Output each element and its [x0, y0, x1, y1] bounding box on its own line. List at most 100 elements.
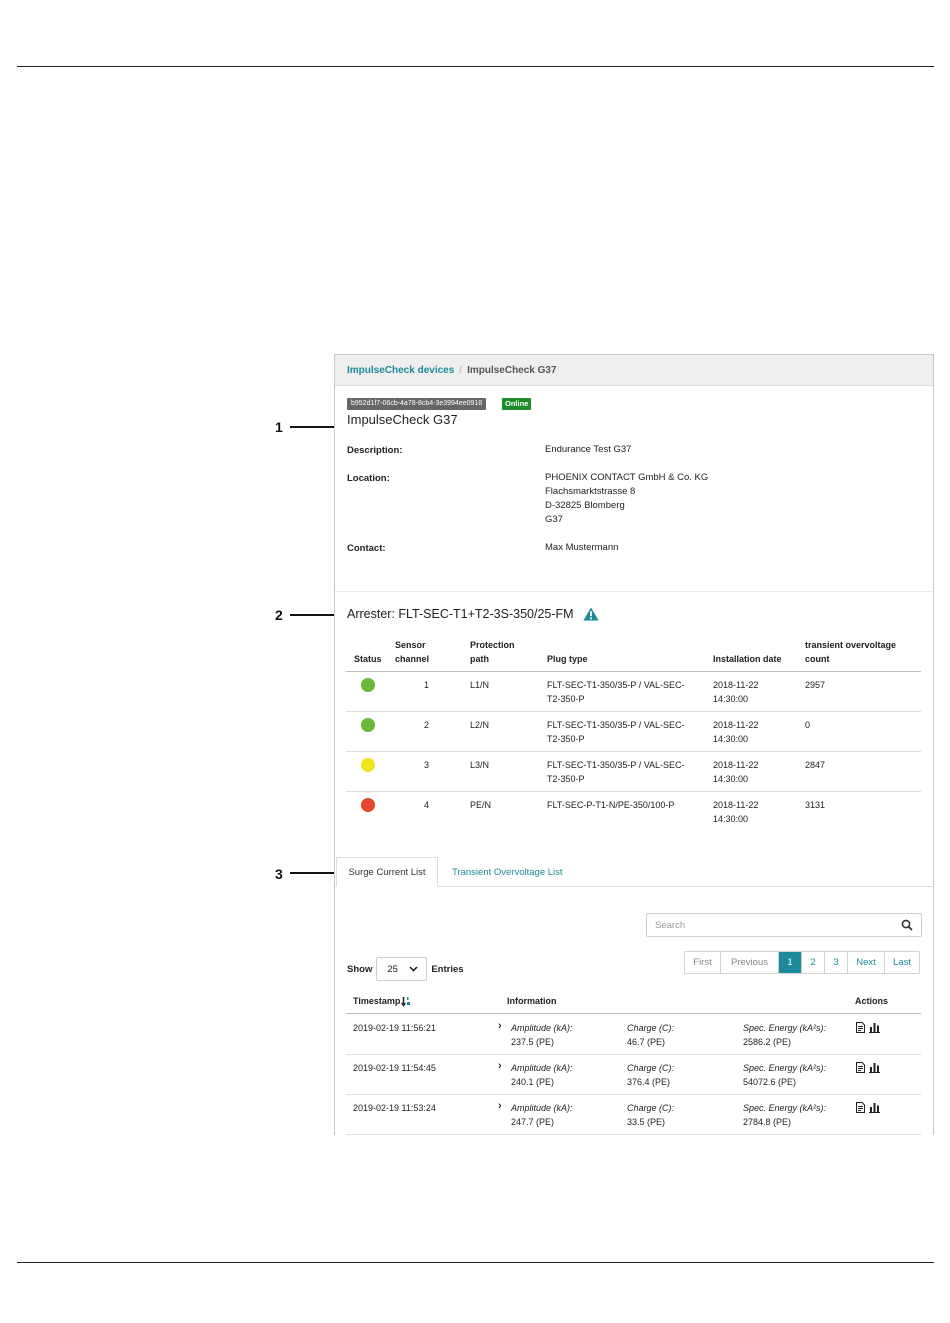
- callout-1: 1: [275, 419, 283, 435]
- header-count-1: transient overvoltage: [805, 640, 897, 650]
- page-previous-button[interactable]: Previous: [720, 952, 778, 973]
- tab-surge-current-list[interactable]: Surge Current List: [336, 857, 438, 887]
- header-timestamp[interactable]: Timestamp: [353, 994, 411, 1008]
- protection-path: L1/N: [470, 680, 490, 690]
- plug-type: FLT-SEC-T1-350/35-P / VAL-SEC-: [547, 680, 685, 690]
- plug-type-cont: T2-350-P: [547, 774, 585, 784]
- overvoltage-count: 2957: [805, 680, 826, 690]
- energy-value: 54072.6 (PE): [743, 1077, 797, 1087]
- header-actions: Actions: [855, 996, 889, 1006]
- bar-chart-icon[interactable]: [869, 1022, 880, 1033]
- energy-value: 2586.2 (PE): [743, 1037, 792, 1047]
- page-2-button[interactable]: 2: [801, 952, 824, 973]
- show-label: Show: [347, 963, 373, 975]
- entries-value: 25: [387, 963, 398, 975]
- location-line-1: PHOENIX CONTACT GmbH & Co. KG: [545, 472, 709, 483]
- section-divider: [335, 591, 933, 592]
- sensor-channel: 2: [424, 720, 430, 730]
- device-title: ImpulseCheck G37: [347, 412, 458, 427]
- plug-type: FLT-SEC-T1-350/35-P / VAL-SEC-: [547, 720, 685, 730]
- header-status: Status: [354, 654, 382, 664]
- plug-type-cont: T2-350-P: [547, 694, 585, 704]
- description-value: Endurance Test G37: [545, 444, 632, 455]
- timestamp-label: Timestamp: [353, 996, 401, 1006]
- page-1-button[interactable]: 1: [778, 952, 801, 973]
- header-sensor-1: Sensor: [395, 640, 426, 650]
- charge-label: Charge (C):: [627, 1103, 675, 1113]
- overvoltage-count: 3131: [805, 800, 826, 810]
- event-timestamp: 2019-02-19 11:53:24: [353, 1103, 436, 1113]
- protection-path: L2/N: [470, 720, 490, 730]
- document-icon[interactable]: [856, 1022, 865, 1033]
- amplitude-label: Amplitude (kA):: [511, 1063, 573, 1073]
- table-header-border: [346, 671, 921, 672]
- charge-label: Charge (C):: [627, 1023, 675, 1033]
- amplitude-label: Amplitude (kA):: [511, 1023, 573, 1033]
- header-install-date: Installation date: [713, 654, 782, 664]
- search-field[interactable]: Search: [646, 913, 922, 937]
- header-path-1: Protection: [470, 640, 515, 650]
- energy-label: Spec. Energy (kA²s):: [743, 1023, 827, 1033]
- page-next-button[interactable]: Next: [847, 952, 884, 973]
- search-icon[interactable]: [901, 919, 913, 931]
- sort-descending-icon[interactable]: [401, 996, 411, 1007]
- warning-triangle-icon: [582, 607, 599, 621]
- install-time: 14:30:00: [713, 814, 749, 824]
- chevron-right-icon[interactable]: ›: [498, 1100, 502, 1112]
- install-time: 14:30:00: [713, 774, 749, 784]
- row-divider: [346, 1094, 921, 1095]
- breadcrumb-separator: /: [459, 364, 463, 376]
- event-timestamp: 2019-02-19 11:54:45: [353, 1063, 436, 1073]
- callout-3: 3: [275, 866, 283, 882]
- document-icon[interactable]: [856, 1062, 865, 1073]
- plug-type-cont: T2-350-P: [547, 734, 585, 744]
- online-status-badge: Online: [502, 398, 532, 410]
- charge-label: Charge (C):: [627, 1063, 675, 1073]
- bar-chart-icon[interactable]: [869, 1102, 880, 1113]
- plug-type: FLT-SEC-T1-350/35-P / VAL-SEC-: [547, 760, 685, 770]
- document-icon[interactable]: [856, 1102, 865, 1113]
- protection-path: L3/N: [470, 760, 490, 770]
- contact-value: Max Mustermann: [545, 542, 619, 553]
- install-date: 2018-11-22: [713, 680, 759, 690]
- top-rule: [17, 66, 934, 67]
- charge-value: 376.4 (PE): [627, 1077, 671, 1087]
- page-last-button[interactable]: Last: [884, 952, 919, 973]
- chevron-right-icon[interactable]: ›: [498, 1060, 502, 1072]
- page-3-button[interactable]: 3: [824, 952, 847, 973]
- bar-chart-icon[interactable]: [869, 1062, 880, 1073]
- contact-label: Contact:: [347, 543, 386, 554]
- status-dot: [361, 798, 375, 812]
- status-dot: [361, 678, 375, 692]
- arrester-heading: Arrester: FLT-SEC-T1+T2-3S-350/25-FM: [347, 607, 599, 621]
- location-line-2: Flachsmarktstrasse 8: [545, 486, 636, 497]
- entries-select[interactable]: 25: [376, 957, 428, 981]
- header-count-2: count: [805, 654, 830, 664]
- install-time: 14:30:00: [713, 694, 749, 704]
- amplitude-label: Amplitude (kA):: [511, 1103, 573, 1113]
- location-line-3: D-32825 Blomberg: [545, 500, 625, 511]
- callout-2: 2: [275, 607, 283, 623]
- entries-label: Entries: [431, 963, 464, 975]
- tab-transient-overvoltage-list[interactable]: Transient Overvoltage List: [452, 857, 563, 887]
- breadcrumb-devices-link[interactable]: ImpulseCheck devices: [347, 365, 454, 376]
- plug-type: FLT-SEC-P-T1-N/PE-350/100-P: [547, 800, 675, 810]
- chevron-right-icon[interactable]: ›: [498, 1020, 502, 1032]
- breadcrumb-current: ImpulseCheck G37: [467, 364, 557, 376]
- row-divider: [346, 1134, 921, 1135]
- chevron-down-icon: [409, 966, 418, 972]
- header-sensor-2: channel: [395, 654, 430, 664]
- event-timestamp: 2019-02-19 11:56:21: [353, 1023, 436, 1033]
- install-date: 2018-11-22: [713, 760, 759, 770]
- amplitude-value: 237.5 (PE): [511, 1037, 555, 1047]
- row-divider: [346, 1054, 921, 1055]
- header-plug-type: Plug type: [547, 654, 588, 664]
- status-dot: [361, 718, 375, 732]
- breadcrumb: ImpulseCheck devices / ImpulseCheck G37: [335, 355, 933, 386]
- page-first-button[interactable]: First: [685, 952, 720, 973]
- sensor-channel: 1: [424, 680, 430, 690]
- energy-label: Spec. Energy (kA²s):: [743, 1063, 827, 1073]
- status-dot: [361, 758, 375, 772]
- row-divider: [346, 791, 921, 792]
- device-panel: ImpulseCheck devices / ImpulseCheck G37 …: [334, 354, 934, 1135]
